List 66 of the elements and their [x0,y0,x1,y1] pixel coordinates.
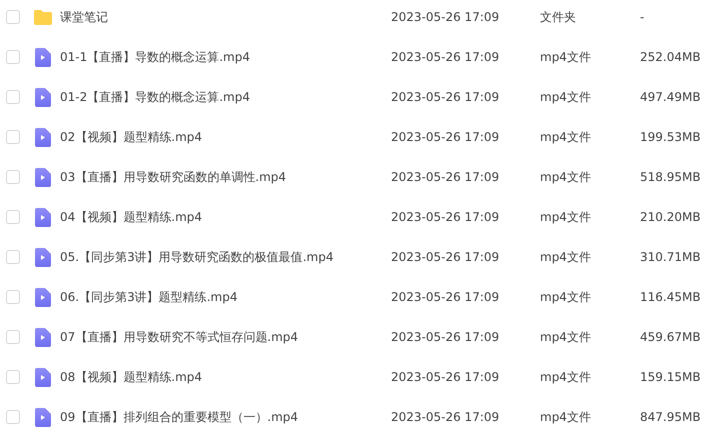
file-size: - [640,10,644,24]
modified-date: 2023-05-26 17:09 [391,170,500,184]
file-name[interactable]: 03【直播】用导数研究函数的单调性.mp4 [60,170,286,184]
file-size: 210.20MB [640,210,701,224]
file-name[interactable]: 05.【同步第3讲】用导数研究函数的极值最值.mp4 [60,250,334,264]
checkbox[interactable] [6,290,20,304]
checkbox[interactable] [6,330,20,344]
file-size: 159.15MB [640,370,701,384]
file-name[interactable]: 04【视频】题型精练.mp4 [60,210,202,224]
modified-date: 2023-05-26 17:09 [391,250,500,264]
video-file-icon [35,288,51,306]
file-type: 文件夹 [540,10,576,24]
video-file-icon [35,408,51,426]
file-type: mp4文件 [540,290,591,304]
file-name[interactable]: 09【直播】排列组合的重要模型（一）.mp4 [60,410,298,424]
file-type: mp4文件 [540,330,591,344]
file-type: mp4文件 [540,210,591,224]
checkbox[interactable] [6,90,20,104]
file-size: 518.95MB [640,170,701,184]
folder-icon [34,10,52,24]
file-name[interactable]: 02【视频】题型精练.mp4 [60,130,202,144]
file-size: 459.67MB [640,330,701,344]
checkbox[interactable] [6,50,20,64]
video-file-icon [35,328,51,346]
checkbox[interactable] [6,410,20,424]
checkbox[interactable] [6,170,20,184]
modified-date: 2023-05-26 17:09 [391,330,500,344]
file-name[interactable]: 08【视频】题型精练.mp4 [60,370,202,384]
video-file-icon [35,368,51,386]
file-size: 310.71MB [640,250,701,264]
file-type: mp4文件 [540,170,591,184]
file-name[interactable]: 课堂笔记 [60,10,108,24]
checkbox[interactable] [6,130,20,144]
modified-date: 2023-05-26 17:09 [391,10,500,24]
video-file-icon [35,88,51,106]
checkbox[interactable] [6,10,20,24]
modified-date: 2023-05-26 17:09 [391,210,500,224]
file-name[interactable]: 01-2【直播】导数的概念运算.mp4 [60,90,250,104]
modified-date: 2023-05-26 17:09 [391,130,500,144]
modified-date: 2023-05-26 17:09 [391,290,500,304]
video-file-icon [35,168,51,186]
file-type: mp4文件 [540,250,591,264]
checkbox[interactable] [6,370,20,384]
file-type: mp4文件 [540,130,591,144]
file-size: 199.53MB [640,130,701,144]
file-size: 252.04MB [640,50,701,64]
modified-date: 2023-05-26 17:09 [391,50,500,64]
checkbox[interactable] [6,250,20,264]
file-type: mp4文件 [540,410,591,424]
modified-date: 2023-05-26 17:09 [391,410,500,424]
file-size: 847.95MB [640,410,701,424]
file-name[interactable]: 01-1【直播】导数的概念运算.mp4 [60,50,250,64]
file-type: mp4文件 [540,370,591,384]
file-type: mp4文件 [540,90,591,104]
video-file-icon [35,128,51,146]
file-type: mp4文件 [540,50,591,64]
video-file-icon [35,208,51,226]
checkbox[interactable] [6,210,20,224]
file-name[interactable]: 06.【同步第3讲】题型精练.mp4 [60,290,238,304]
video-file-icon [35,48,51,66]
modified-date: 2023-05-26 17:09 [391,90,500,104]
modified-date: 2023-05-26 17:09 [391,370,500,384]
file-size: 116.45MB [640,290,701,304]
file-size: 497.49MB [640,90,701,104]
video-file-icon [35,248,51,266]
file-name[interactable]: 07【直播】用导数研究不等式恒存问题.mp4 [60,330,298,344]
